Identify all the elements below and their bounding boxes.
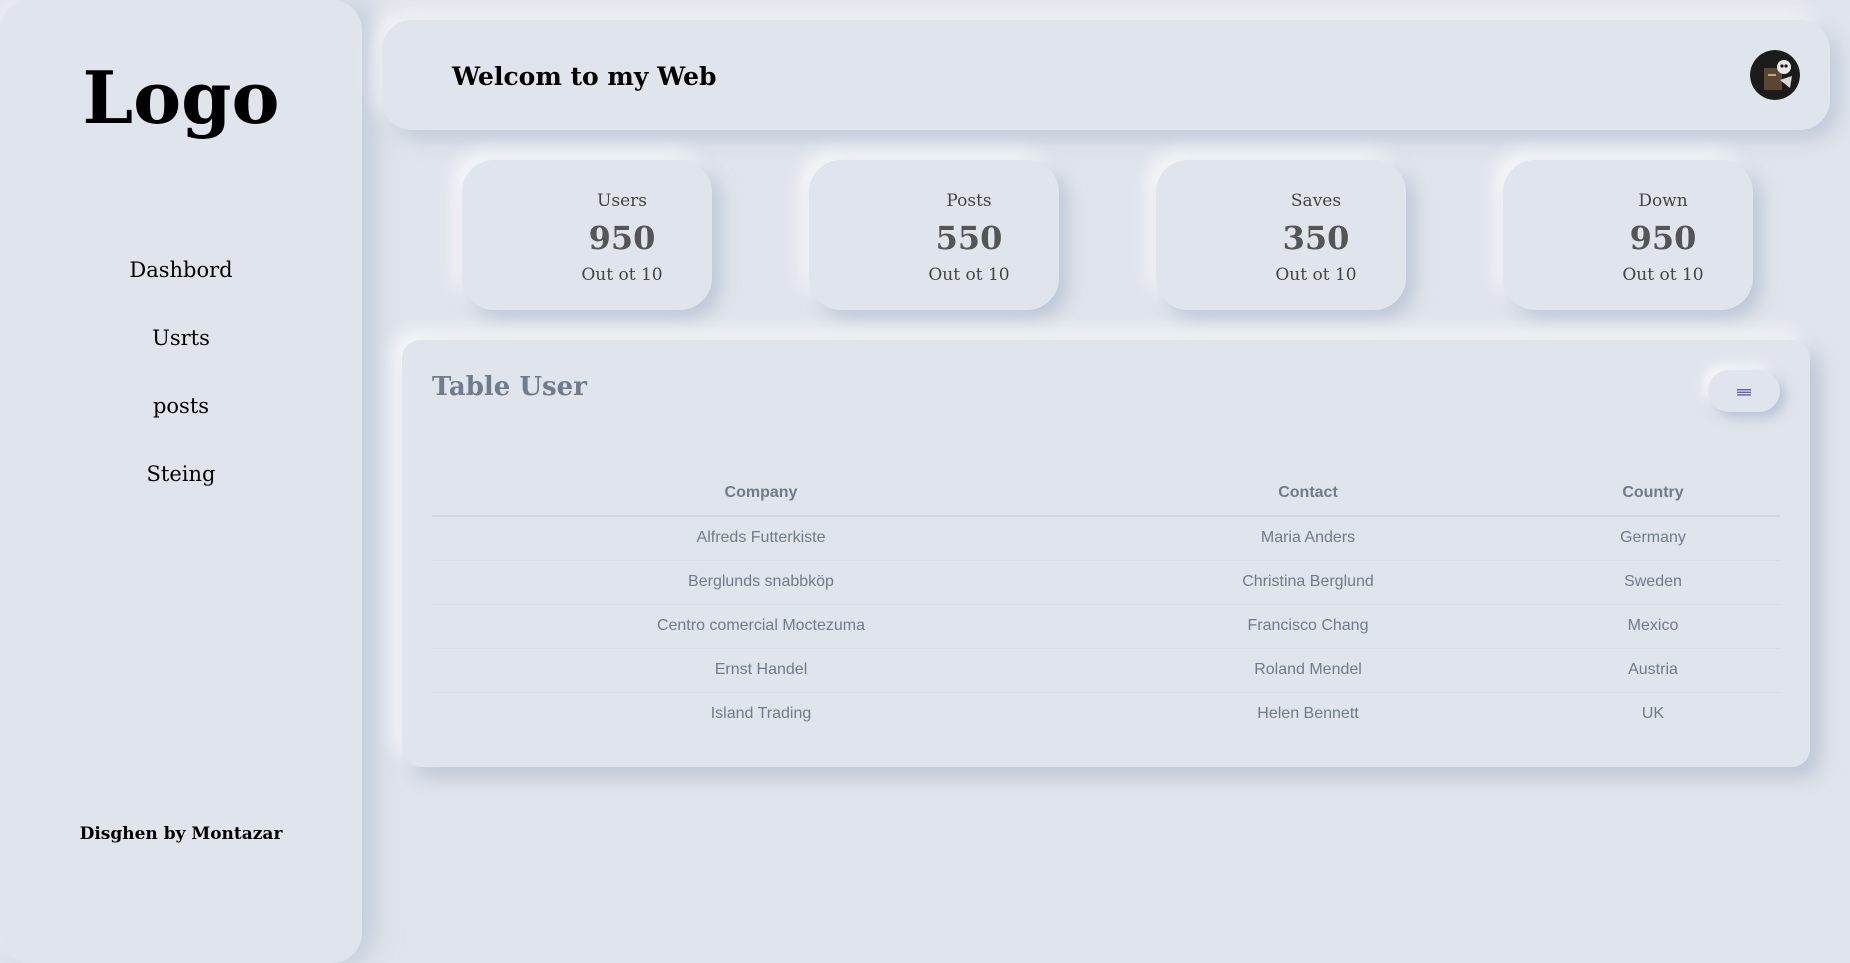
- stat-card-users: Users 950 Out ot 10: [462, 160, 712, 310]
- stat-label: Users: [597, 191, 647, 211]
- cell-company: Berglunds snabbköp: [432, 560, 1090, 605]
- stat-card-saves: Saves 350 Out ot 10: [1156, 160, 1406, 310]
- cell-contact: Maria Anders: [1090, 516, 1526, 561]
- column-header-country[interactable]: Country: [1526, 470, 1780, 517]
- stat-sub: Out ot 10: [1275, 265, 1357, 285]
- menu-button[interactable]: [1708, 370, 1780, 412]
- header: Welcom to my Web: [382, 20, 1830, 130]
- sidebar-footer: Disghen by Montazar: [79, 824, 283, 844]
- column-header-company[interactable]: Company: [432, 470, 1090, 517]
- sidebar-item-posts[interactable]: posts: [0, 388, 362, 456]
- cell-company: Island Trading: [710, 705, 812, 723]
- cell-company: Ernst Handel: [432, 648, 1090, 693]
- cell-company: Centro comercial Moctezuma: [432, 604, 1090, 649]
- column-header-contact[interactable]: Contact: [1090, 470, 1526, 517]
- table-row[interactable]: Island Trading Helen Bennett UK: [432, 692, 1780, 736]
- cell-contact: Francisco Chang: [1090, 604, 1526, 649]
- table-row[interactable]: Ernst Handel Roland Mendel Austria: [432, 648, 1780, 693]
- cell-country: UK: [1641, 705, 1665, 723]
- stat-sub: Out ot 10: [928, 265, 1010, 285]
- stat-value: 550: [935, 219, 1003, 257]
- stat-card-posts: Posts 550 Out ot 10: [809, 160, 1059, 310]
- user-table: Company Contact Country Alfreds Futterki…: [432, 470, 1780, 736]
- stat-value: 950: [588, 219, 656, 257]
- sidebar-item-users[interactable]: Usrts: [0, 320, 362, 388]
- cell-country: Austria: [1526, 648, 1780, 693]
- table-row[interactable]: Centro comercial Moctezuma Francisco Cha…: [432, 604, 1780, 649]
- sidebar: Logo Dashbord Usrts posts Steing Disghen…: [0, 0, 362, 963]
- cell-country: Germany: [1526, 516, 1780, 561]
- table-card: Table User Company Contact Country Alfre…: [402, 340, 1810, 767]
- table-title: Table User: [432, 372, 587, 402]
- cell-country: Mexico: [1526, 604, 1780, 649]
- cell-contact: Roland Mendel: [1090, 648, 1526, 693]
- avatar-image: [1750, 50, 1800, 100]
- avatar[interactable]: [1750, 50, 1800, 100]
- cell-country: Sweden: [1526, 560, 1780, 605]
- table-row[interactable]: Berglunds snabbköp Christina Berglund Sw…: [432, 560, 1780, 605]
- stat-label: Posts: [946, 191, 992, 211]
- cell-contact: Helen Bennett: [1257, 705, 1359, 723]
- logo: Logo: [82, 55, 280, 140]
- stat-sub: Out ot 10: [1622, 265, 1704, 285]
- cell-contact: Christina Berglund: [1090, 560, 1526, 605]
- stat-label: Down: [1638, 191, 1688, 211]
- cell-company: Alfreds Futterkiste: [432, 516, 1090, 561]
- page-title: Welcom to my Web: [452, 62, 717, 91]
- sidebar-item-dashboard[interactable]: Dashbord: [0, 252, 362, 320]
- stat-value: 950: [1629, 219, 1697, 257]
- table-header-row: Company Contact Country: [432, 470, 1780, 517]
- stat-label: Saves: [1290, 191, 1342, 211]
- table-row[interactable]: Alfreds Futterkiste Maria Anders Germany: [432, 516, 1780, 561]
- stat-card-down: Down 950 Out ot 10: [1503, 160, 1753, 310]
- stat-value: 350: [1282, 219, 1350, 257]
- hamburger-icon: [1737, 382, 1751, 401]
- sidebar-nav: Dashbord Usrts posts Steing: [0, 252, 362, 524]
- sidebar-item-settings[interactable]: Steing: [0, 456, 362, 524]
- stat-sub: Out ot 10: [581, 265, 663, 285]
